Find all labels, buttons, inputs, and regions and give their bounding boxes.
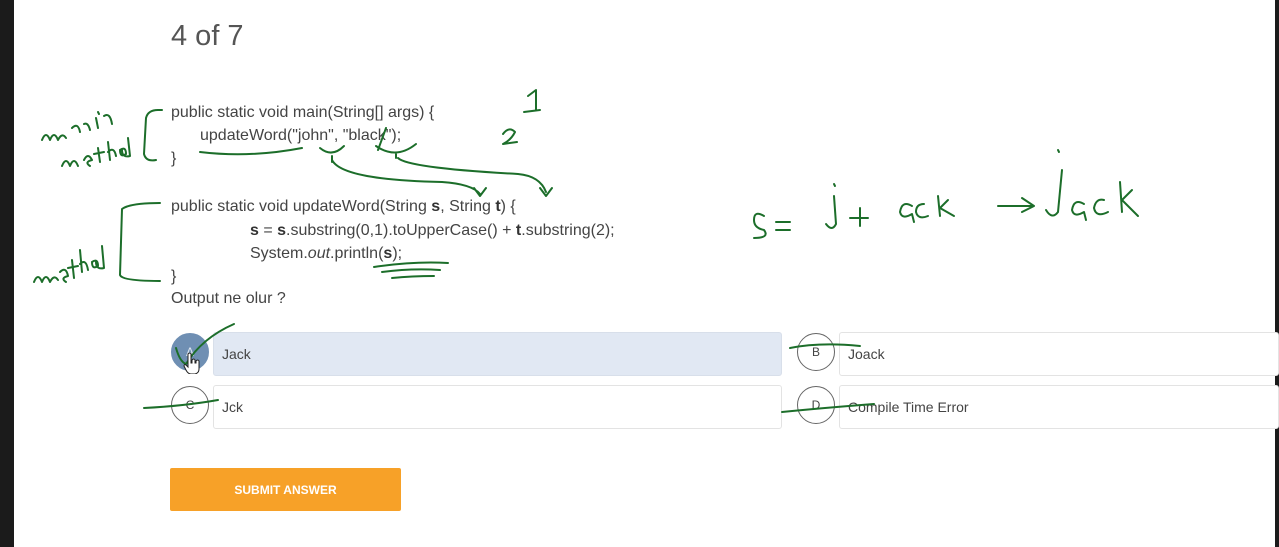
window-edge-left — [0, 0, 14, 547]
code-text: .substring(0,1).toUpperCase() + — [286, 222, 516, 239]
code-text: public static void updateWord(String — [171, 198, 432, 215]
code-text: .println( — [330, 245, 384, 262]
question-text: Output ne olur ? — [171, 290, 286, 307]
code-main-signature: public static void main(String[] args) { — [171, 104, 435, 121]
option-b-circle[interactable]: B — [797, 333, 835, 371]
code-method-close: } — [171, 268, 177, 285]
code-text: , String — [440, 198, 496, 215]
code-text: System. — [250, 245, 308, 262]
code-assignment: s = s.substring(0,1).toUpperCase() + t.s… — [250, 219, 615, 242]
submit-answer-button[interactable]: SUBMIT ANSWER — [170, 468, 401, 511]
code-out: out — [307, 245, 331, 262]
handwritten-annotations — [33, 89, 1139, 413]
code-var-s: s — [250, 222, 259, 239]
code-main-call: updateWord("john", "black"); — [200, 127, 402, 144]
code-param-s: s — [431, 198, 441, 215]
code-text: ); — [392, 245, 403, 262]
code-var-s: s — [383, 245, 393, 262]
question-progress: 4 of 7 — [171, 20, 244, 52]
option-d-circle[interactable]: D — [797, 386, 835, 424]
code-text: ) { — [500, 198, 516, 215]
code-print: System.out.println(s); — [250, 242, 402, 265]
hand-cursor-icon — [183, 352, 200, 374]
option-a[interactable]: Jack — [213, 332, 782, 376]
code-var-s: s — [277, 222, 287, 239]
option-b[interactable]: Joack — [839, 332, 1279, 376]
option-c-circle[interactable]: C — [171, 386, 209, 424]
option-c[interactable]: Jck — [213, 385, 782, 429]
code-method-signature: public static void updateWord(String s, … — [171, 195, 516, 218]
code-text: = — [258, 222, 278, 239]
code-main-close: } — [171, 150, 177, 167]
option-d[interactable]: Compile Time Error — [839, 385, 1279, 429]
window-edge-right — [1275, 0, 1279, 547]
code-text: .substring(2); — [521, 222, 615, 239]
